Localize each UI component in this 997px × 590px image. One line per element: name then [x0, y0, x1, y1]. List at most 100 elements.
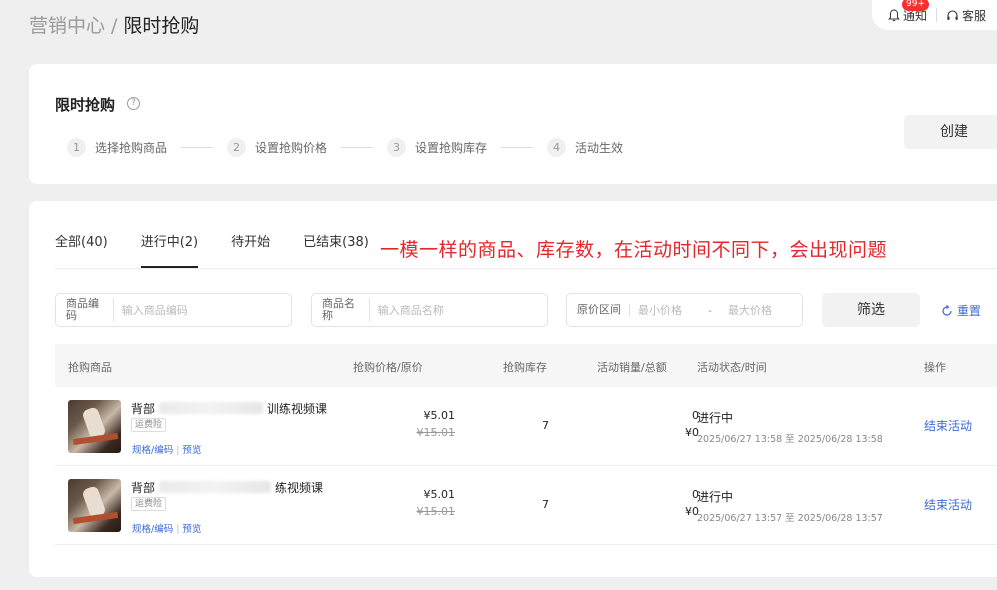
flash-sale-list-card: 全部(40) 进行中(2) 待开始 已结束(38) 一模一样的商品、库存数，在活… [29, 201, 997, 577]
breadcrumb-separator: / [111, 15, 118, 37]
status-cell: 进行中 2025/06/27 13:57 至 2025/06/28 13:57 [697, 488, 883, 524]
step-3: 3 设置抢购库存 [387, 138, 487, 157]
refresh-icon [942, 304, 952, 316]
range-separator: - [708, 303, 712, 317]
original-price: ¥15.01 [416, 505, 456, 518]
end-activity-button[interactable]: 结束活动 [924, 496, 972, 513]
stock-cell: 7 [542, 419, 549, 432]
status-tabs: 全部(40) 进行中(2) 待开始 已结束(38) [55, 231, 402, 268]
page-title: 限时抢购 [55, 96, 116, 114]
filter-button[interactable]: 筛选 [822, 293, 920, 327]
shipping-insurance-tag: 运费险 [131, 497, 167, 511]
stock-cell: 7 [542, 498, 549, 511]
breadcrumb-parent[interactable]: 营销中心 [29, 15, 105, 37]
step-label: 设置抢购价格 [255, 141, 328, 155]
product-links: 规格/编码 | 预览 [132, 442, 201, 456]
link-separator: | [176, 445, 180, 456]
end-activity-button[interactable]: 结束活动 [924, 417, 972, 434]
step-number: 3 [387, 138, 407, 157]
header-price: 抢购价格/原价 [353, 361, 423, 374]
step-connector [501, 147, 534, 148]
product-name-suffix: 练视频课 [275, 481, 324, 495]
activity-time: 2025/06/27 13:58 至 2025/06/28 13:58 [697, 434, 883, 445]
min-price-input[interactable] [630, 303, 700, 317]
max-price-input[interactable] [719, 303, 790, 317]
tabs-divider [55, 268, 997, 269]
product-name-prefix: 背部 [131, 481, 156, 495]
product-name: 背部 训练视频课 [131, 400, 327, 417]
price-cell: ¥5.01 ¥15.01 [417, 488, 456, 518]
status-text: 进行中 [697, 490, 734, 504]
steps-indicator: 1 选择抢购商品 2 设置抢购价格 3 设置抢购库存 4 活动生效 [67, 138, 623, 157]
price-cell: ¥5.01 ¥15.01 [417, 409, 456, 439]
reset-label: 重置 [957, 304, 982, 318]
step-label: 设置抢购库存 [415, 141, 488, 155]
product-name-label: 商品名称 [312, 298, 370, 322]
step-number: 1 [67, 138, 86, 157]
step-number: 4 [547, 138, 567, 157]
product-code-filter: 商品编码 [55, 293, 292, 327]
preview-link[interactable]: 预览 [182, 445, 201, 456]
price-range-label: 原价区间 [567, 304, 630, 316]
tab-in-progress[interactable]: 进行中(2) [140, 231, 199, 268]
step-label: 活动生效 [575, 141, 624, 155]
bell-icon [888, 8, 900, 21]
preview-link[interactable]: 预览 [182, 524, 201, 535]
step-2: 2 设置抢购价格 [227, 138, 327, 157]
product-links: 规格/编码 | 预览 [132, 521, 201, 535]
original-price: ¥15.01 [416, 426, 456, 439]
notification-badge: 99+ [902, 0, 929, 11]
shipping-insurance-tag: 运费险 [131, 418, 167, 432]
step-number: 2 [227, 138, 247, 157]
annotation-note: 一模一样的商品、库存数，在活动时间不同下，会出现问题 [380, 239, 888, 261]
product-name-suffix: 训练视频课 [267, 402, 328, 416]
activity-time: 2025/06/27 13:57 至 2025/06/28 13:57 [697, 513, 883, 524]
tab-upcoming[interactable]: 待开始 [231, 231, 270, 268]
flash-price: ¥5.01 [423, 488, 456, 501]
breadcrumb: 营销中心 / 限时抢购 [29, 11, 199, 38]
create-button[interactable]: 创建 [904, 115, 997, 149]
step-4: 4 活动生效 [547, 138, 623, 157]
product-name-input[interactable] [369, 303, 547, 317]
toolbar-divider [936, 8, 938, 22]
product-name-prefix: 背部 [131, 402, 156, 416]
table-header: 抢购商品 抢购价格/原价 抢购库存 活动销量/总额 活动状态/时间 操作 [55, 344, 997, 387]
top-toolbar: 通知 99+ 客服 [872, 0, 997, 30]
product-thumbnail[interactable] [68, 400, 121, 453]
product-code-label: 商品编码 [56, 298, 114, 322]
step-1: 1 选择抢购商品 [67, 138, 167, 157]
help-icon[interactable]: ? [127, 97, 140, 110]
breadcrumb-current: 限时抢购 [123, 15, 200, 37]
header-status: 活动状态/时间 [697, 361, 767, 374]
redacted-text [159, 481, 272, 493]
customer-service-button[interactable]: 客服 [946, 7, 986, 24]
status-text: 进行中 [697, 411, 734, 425]
product-code-input[interactable] [113, 303, 291, 317]
spec-code-link[interactable]: 规格/编码 [132, 524, 173, 535]
notification-button[interactable]: 通知 99+ [888, 0, 929, 24]
product-name: 背部 练视频课 [131, 479, 323, 496]
step-connector [181, 147, 214, 148]
spec-code-link[interactable]: 规格/编码 [132, 445, 173, 456]
tab-all[interactable]: 全部(40) [55, 231, 108, 268]
redacted-text [159, 402, 264, 414]
link-separator: | [176, 524, 180, 535]
step-label: 选择抢购商品 [95, 141, 168, 155]
flash-price: ¥5.01 [423, 409, 456, 422]
price-range-filter: 原价区间 - [566, 293, 803, 327]
product-thumbnail[interactable] [68, 479, 121, 532]
headset-icon [947, 9, 958, 20]
header-sales: 活动销量/总额 [597, 361, 667, 374]
table-row: 背部 训练视频课 运费险 规格/编码 | 预览 ¥5.01 ¥15.01 7 0 ¥0 进… [55, 387, 997, 466]
product-name-filter: 商品名称 [311, 293, 548, 327]
step-connector [341, 147, 374, 148]
header-action: 操作 [924, 361, 946, 374]
header-product: 抢购商品 [68, 361, 112, 374]
customer-service-label: 客服 [962, 8, 987, 23]
reset-button[interactable]: 重置 [941, 302, 981, 319]
status-cell: 进行中 2025/06/27 13:58 至 2025/06/28 13:58 [697, 409, 883, 445]
table-row: 背部 练视频课 运费险 规格/编码 | 预览 ¥5.01 ¥15.01 7 0 ¥0 进行… [55, 466, 997, 545]
header-stock: 抢购库存 [503, 361, 547, 374]
flash-sale-header-card: 限时抢购 ? 1 选择抢购商品 2 设置抢购价格 3 设置抢购库存 4 活动生效 创建 [29, 64, 997, 184]
tab-ended[interactable]: 已结束(38) [303, 231, 369, 268]
